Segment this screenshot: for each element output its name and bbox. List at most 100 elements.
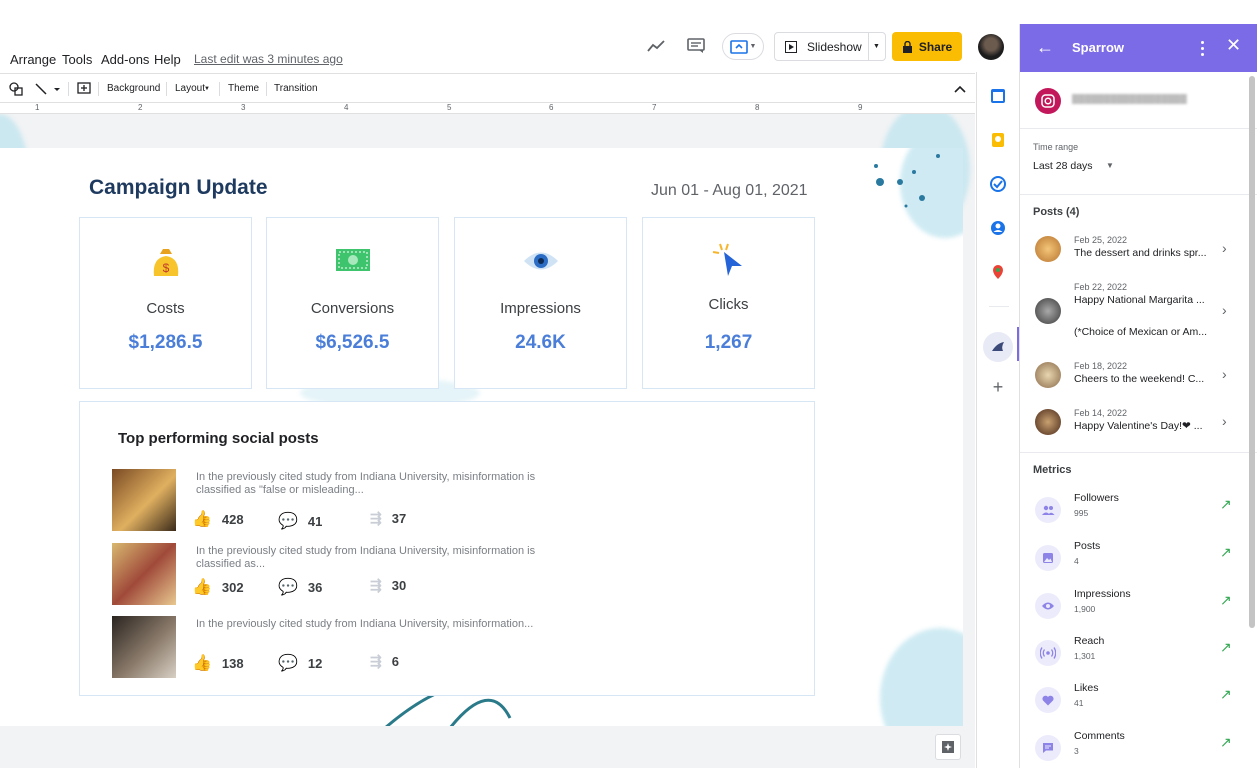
kpi-card-conversions: Conversions $6,526.5 bbox=[266, 217, 439, 389]
shape-icon[interactable] bbox=[6, 77, 26, 101]
post-text: In the previously cited study from India… bbox=[196, 545, 536, 570]
ruler-mark: 8 bbox=[755, 103, 760, 112]
metric-impressions[interactable]: Impressions 1,900 ↗ bbox=[1020, 588, 1257, 628]
contacts-icon[interactable] bbox=[988, 218, 1008, 238]
post-avatar bbox=[1035, 236, 1061, 262]
account-name[interactable]: ██████████████████ bbox=[1072, 94, 1232, 104]
layout-dropdown-icon[interactable]: ▼ bbox=[204, 86, 210, 92]
slide[interactable]: Campaign Update Jun 01 - Aug 01, 2021 $ … bbox=[0, 148, 963, 726]
menu-addons[interactable]: Add-ons bbox=[101, 52, 149, 67]
trend-up-icon: ↗ bbox=[1220, 592, 1232, 608]
comments-count: 41 bbox=[307, 513, 323, 529]
post-snippet: Happy National Margarita ... bbox=[1074, 294, 1205, 306]
menu-tools[interactable]: Tools bbox=[62, 52, 92, 67]
likes-count: 302 bbox=[221, 579, 244, 595]
trend-up-icon: ↗ bbox=[1220, 639, 1232, 655]
shares-stat: ⇶ 30 bbox=[370, 577, 406, 594]
metric-reach[interactable]: Reach 1,301 ↗ bbox=[1020, 635, 1257, 675]
divider bbox=[1020, 128, 1257, 129]
sidebar-scrollbar[interactable] bbox=[1249, 76, 1255, 628]
time-range-select[interactable]: Last 28 days bbox=[1033, 160, 1093, 172]
more-options-icon[interactable] bbox=[1192, 34, 1212, 62]
share-button[interactable]: Share bbox=[892, 32, 962, 61]
thumbs-up-icon: 👍 bbox=[192, 579, 212, 596]
time-range-dropdown-icon[interactable]: ▼ bbox=[1106, 161, 1114, 170]
avatar[interactable] bbox=[978, 34, 1004, 60]
slideshow-button[interactable]: Slideshow ▼ bbox=[774, 32, 886, 61]
likes-count: 138 bbox=[221, 655, 244, 671]
kpi-label: Costs bbox=[146, 300, 185, 317]
explore-button[interactable] bbox=[935, 734, 961, 760]
close-icon[interactable]: ✕ bbox=[1226, 35, 1241, 56]
maps-icon[interactable] bbox=[988, 262, 1008, 282]
likes-stat: 👍 138 bbox=[192, 653, 244, 673]
trend-up-icon: ↗ bbox=[1220, 686, 1232, 702]
side-panel-rail: + bbox=[976, 72, 1020, 768]
shares-stat: ⇶ 6 bbox=[370, 653, 399, 670]
post-snippet: Cheers to the weekend! C... bbox=[1074, 373, 1205, 385]
add-addon-icon[interactable]: + bbox=[988, 377, 1008, 397]
slideshow-dropdown-icon[interactable]: ▼ bbox=[873, 43, 880, 50]
post-thumbnail bbox=[112, 543, 176, 605]
comments-count: 12 bbox=[307, 655, 323, 671]
metric-comments[interactable]: Comments 3 ↗ bbox=[1020, 730, 1257, 770]
keep-icon[interactable] bbox=[988, 130, 1008, 150]
sidebar-post-item[interactable]: Feb 14, 2022 Happy Valentine's Day!❤ ...… bbox=[1020, 406, 1257, 452]
post-date: Feb 14, 2022 bbox=[1074, 408, 1128, 418]
shares-count: 37 bbox=[391, 511, 407, 526]
layout-button[interactable]: Layout bbox=[175, 83, 205, 94]
ruler-mark: 2 bbox=[138, 103, 143, 112]
add-comment-icon[interactable] bbox=[74, 77, 94, 101]
theme-button[interactable]: Theme bbox=[228, 83, 259, 94]
line-icon[interactable] bbox=[32, 77, 62, 101]
explore-icon bbox=[942, 741, 954, 753]
list-item: In the previously cited study from India… bbox=[112, 469, 562, 531]
comment-icon: 💬 bbox=[278, 655, 298, 672]
sidebar-header: ← Sparrow ✕ bbox=[1020, 24, 1257, 72]
ink-dots-decoration bbox=[874, 154, 940, 208]
time-range-label: Time range bbox=[1033, 142, 1079, 152]
kpi-value: $1,286.5 bbox=[128, 332, 203, 353]
chevron-right-icon: › bbox=[1222, 366, 1227, 382]
back-arrow-icon[interactable]: ← bbox=[1036, 37, 1054, 58]
sparrow-addon-icon[interactable] bbox=[983, 332, 1013, 362]
metric-name: Likes bbox=[1074, 682, 1099, 694]
ruler-mark: 9 bbox=[858, 103, 863, 112]
likes-stat: 👍 302 bbox=[192, 577, 244, 597]
metric-followers[interactable]: Followers 995 ↗ bbox=[1020, 492, 1257, 532]
sidebar-post-item[interactable]: Feb 18, 2022 Cheers to the weekend! C...… bbox=[1020, 358, 1257, 404]
chevron-right-icon: › bbox=[1222, 240, 1227, 256]
post-thumbnail bbox=[112, 616, 176, 678]
sidebar-post-item[interactable]: Feb 25, 2022 The dessert and drinks spr.… bbox=[1020, 230, 1257, 276]
sidebar-post-item[interactable]: Feb 22, 2022 Happy National Margarita ..… bbox=[1020, 278, 1257, 342]
tasks-icon[interactable] bbox=[988, 174, 1008, 194]
kpi-value: 1,267 bbox=[704, 332, 753, 353]
metric-name: Reach bbox=[1074, 635, 1105, 647]
menu-help[interactable]: Help bbox=[154, 52, 181, 67]
kpi-card-impressions: Impressions 24.6K bbox=[454, 217, 627, 389]
collapse-toolbar-icon[interactable] bbox=[948, 77, 972, 101]
present-icon bbox=[729, 39, 748, 54]
transition-button[interactable]: Transition bbox=[274, 83, 318, 94]
present-button[interactable]: ▼ bbox=[722, 33, 764, 60]
metric-likes[interactable]: Likes 41 ↗ bbox=[1020, 682, 1257, 722]
trend-up-icon: ↗ bbox=[1220, 734, 1232, 750]
heart-icon bbox=[1035, 687, 1061, 713]
metric-value: 41 bbox=[1074, 698, 1084, 708]
post-snippet: The dessert and drinks spr... bbox=[1074, 247, 1207, 259]
trend-icon[interactable] bbox=[644, 34, 668, 58]
menu-arrange[interactable]: Arrange bbox=[10, 52, 56, 67]
calendar-icon[interactable] bbox=[988, 86, 1008, 106]
metric-value: 995 bbox=[1074, 508, 1089, 518]
ruler: 1 2 3 4 5 6 7 8 9 bbox=[0, 103, 975, 114]
likes-stat: 👍 428 bbox=[192, 509, 244, 529]
comments-count: 36 bbox=[307, 579, 323, 595]
background-button[interactable]: Background bbox=[107, 83, 160, 94]
share-icon: ⇶ bbox=[370, 653, 382, 669]
metric-posts[interactable]: Posts 4 ↗ bbox=[1020, 540, 1257, 580]
slide-canvas: Campaign Update Jun 01 - Aug 01, 2021 $ … bbox=[0, 114, 975, 768]
last-edit-link[interactable]: Last edit was 3 minutes ago bbox=[194, 52, 343, 66]
comment-history-icon[interactable] bbox=[684, 34, 708, 58]
eye-icon bbox=[523, 250, 559, 277]
ruler-mark: 3 bbox=[241, 103, 246, 112]
